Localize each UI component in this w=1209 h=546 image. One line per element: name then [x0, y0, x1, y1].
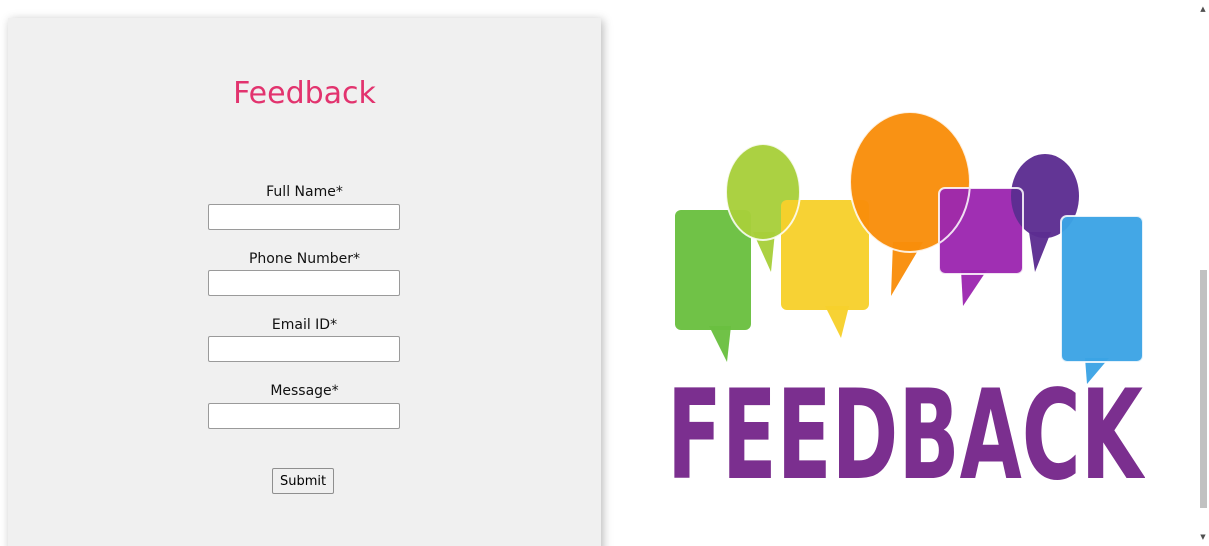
form-title: Feedback	[233, 76, 376, 111]
submit-button[interactable]: Submit	[272, 468, 335, 494]
email-id-label: Email ID*	[271, 317, 338, 333]
phone-number-label: Phone Number*	[248, 251, 361, 267]
scroll-up-arrow-icon[interactable]: ▲	[1199, 4, 1207, 14]
feedback-form-card: Feedback Full Name* Phone Number* Email …	[8, 18, 601, 546]
full-name-label: Full Name*	[266, 184, 343, 200]
speech-bubbles	[675, 112, 1144, 384]
scrollbar-thumb[interactable]	[1200, 270, 1207, 508]
vertical-scrollbar[interactable]: ▲ ▼	[1197, 0, 1209, 546]
feedback-illustration: FEEDBACK	[667, 112, 1145, 484]
message-label: Message*	[270, 383, 339, 399]
feedback-word: FEEDBACK	[667, 364, 1145, 484]
email-id-input[interactable]	[208, 336, 400, 362]
full-name-input[interactable]	[208, 204, 400, 230]
scroll-down-arrow-icon[interactable]: ▼	[1199, 532, 1207, 542]
message-input[interactable]	[208, 403, 400, 429]
feedback-word-text: FEEDBACK	[667, 364, 1145, 484]
page: Feedback Full Name* Phone Number* Email …	[0, 0, 1209, 546]
phone-number-input[interactable]	[208, 270, 400, 296]
bubble-blue	[1061, 216, 1143, 362]
